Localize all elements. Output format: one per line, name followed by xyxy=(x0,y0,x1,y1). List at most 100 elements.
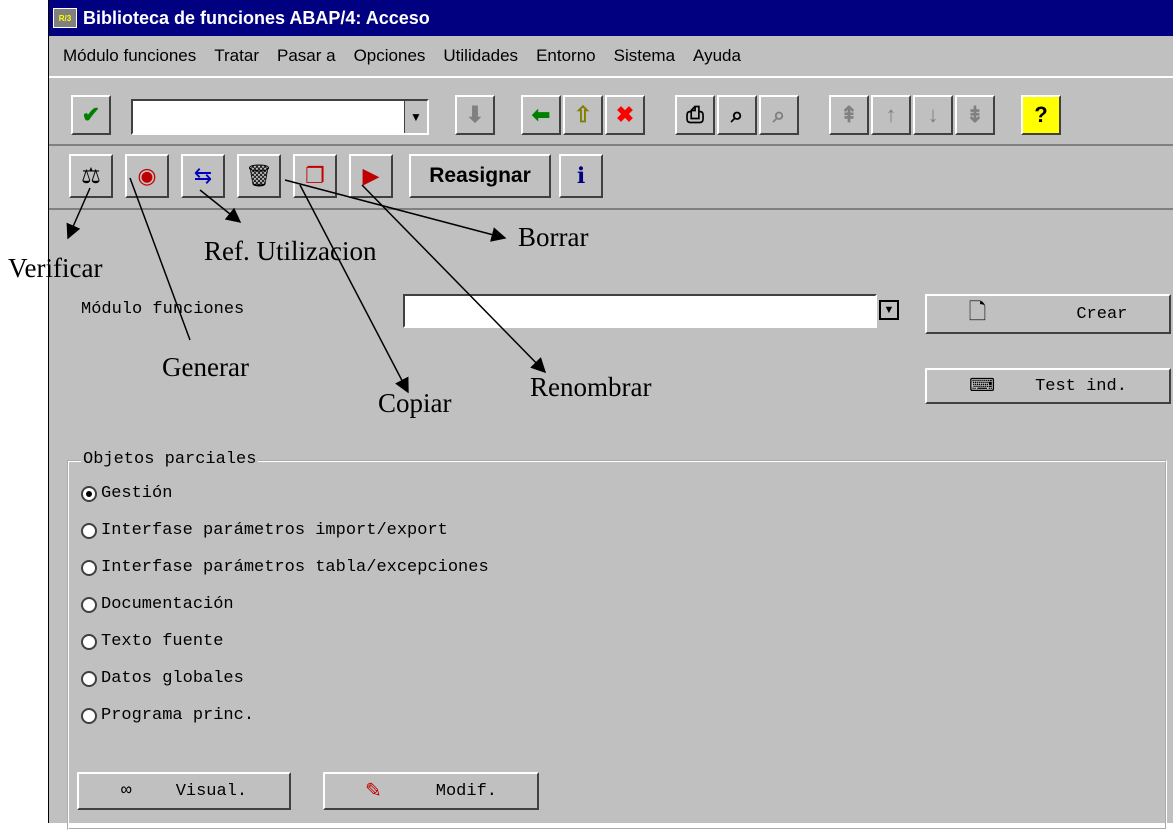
pencil-icon: ✎ xyxy=(365,781,382,804)
radio-unselected-icon xyxy=(81,707,97,724)
print-button[interactable]: ⎙ xyxy=(675,95,715,135)
annotation-copiar: Copiar xyxy=(378,388,452,418)
window-title: Biblioteca de funciones ABAP/4: Acceso xyxy=(83,7,430,28)
save-icon: ⬇ xyxy=(465,102,485,127)
application-toolbar: ⚖ ◉ ⇆ 🗑 ❐ ▶ Reasignar ℹ xyxy=(49,146,1173,210)
test-label: Test ind. xyxy=(1035,376,1127,396)
group-title: Objetos parciales xyxy=(81,450,259,469)
print-icon: ⎙ xyxy=(686,102,704,127)
chevron-down-icon: ▼ xyxy=(410,110,422,124)
help-button[interactable]: ? xyxy=(1021,95,1061,135)
info-button[interactable]: ℹ xyxy=(559,154,603,198)
annotation-verificar: Verificar xyxy=(8,253,103,283)
find-next-icon: ⌕ xyxy=(772,102,786,127)
annotation-renombrar: Renombrar xyxy=(530,372,652,402)
radio-unselected-icon xyxy=(81,522,97,539)
copiar-button[interactable]: ❐ xyxy=(293,154,337,198)
next-page-icon: ↓ xyxy=(927,102,939,127)
annotation-ref-utilizacion: Ref. Utilizacion xyxy=(204,236,377,266)
radio-texto-fuente[interactable]: Texto fuente xyxy=(81,632,223,651)
enter-button[interactable]: ✔ xyxy=(71,95,111,135)
first-page-icon: ⇞ xyxy=(839,102,859,127)
visual-button[interactable]: ∞ Visual. xyxy=(77,772,291,810)
menu-sistema[interactable]: Sistema xyxy=(614,46,675,66)
rename-icon: ▶ xyxy=(362,163,380,188)
menu-utilidades[interactable]: Utilidades xyxy=(443,46,518,66)
command-dropdown[interactable]: ▼ xyxy=(404,101,427,133)
radio-datos-globales[interactable]: Datos globales xyxy=(81,669,244,688)
sap-window: R/3 Biblioteca de funciones ABAP/4: Acce… xyxy=(48,0,1173,830)
test-icon: ⌨ xyxy=(969,377,996,397)
exit-button[interactable]: ⇧ xyxy=(563,95,603,135)
radio-label: Interfase parámetros import/export xyxy=(101,521,448,540)
menu-tratar[interactable]: Tratar xyxy=(214,46,259,66)
radio-label: Gestión xyxy=(101,484,173,503)
radio-label: Datos globales xyxy=(101,669,244,688)
radio-unselected-icon xyxy=(81,559,97,576)
copy-icon: ❐ xyxy=(305,163,325,188)
annotation-generar: Generar xyxy=(162,352,249,382)
renombrar-button[interactable]: ▶ xyxy=(349,154,393,198)
app-icon: R/3 xyxy=(53,8,77,28)
cancel-button[interactable]: ✖ xyxy=(605,95,645,135)
modif-label: Modif. xyxy=(435,781,497,801)
up-arrow-icon: ⇧ xyxy=(573,102,593,127)
title-bar: R/3 Biblioteca de funciones ABAP/4: Acce… xyxy=(49,0,1173,36)
prev-page-button[interactable]: ↑ xyxy=(871,95,911,135)
menu-opciones[interactable]: Opciones xyxy=(354,46,426,66)
new-doc-icon: 🗋 xyxy=(968,301,987,326)
modulo-funciones-input[interactable] xyxy=(403,294,877,328)
radio-programa-princ[interactable]: Programa princ. xyxy=(81,706,254,725)
check-icon: ✔ xyxy=(81,102,101,127)
modif-button[interactable]: ✎ Modif. xyxy=(323,772,539,810)
save-button[interactable]: ⬇ xyxy=(455,95,495,135)
radio-unselected-icon xyxy=(81,670,97,687)
radio-selected-icon xyxy=(81,485,97,502)
radio-label: Interfase parámetros tabla/excepciones xyxy=(101,558,489,577)
verificar-button[interactable]: ⚖ xyxy=(69,154,113,198)
find-icon: ⌕ xyxy=(730,102,744,127)
find-next-button[interactable]: ⌕ xyxy=(759,95,799,135)
back-button[interactable]: ⬅ xyxy=(521,95,561,135)
radio-label: Documentación xyxy=(101,595,234,614)
last-page-button[interactable]: ⇟ xyxy=(955,95,995,135)
menu-bar: Módulo funciones Tratar Pasar a Opciones… xyxy=(49,36,1173,76)
borrar-button[interactable]: 🗑 xyxy=(237,154,281,198)
crear-button[interactable]: 🗋 Crear xyxy=(925,294,1171,334)
menu-modulo-funciones[interactable]: Módulo funciones xyxy=(63,46,196,66)
radio-interfase-tabla-excepciones[interactable]: Interfase parámetros tabla/excepciones xyxy=(81,558,489,577)
verify-icon: ⚖ xyxy=(81,163,101,188)
radio-unselected-icon xyxy=(81,596,97,613)
info-icon: ℹ xyxy=(576,163,586,188)
radio-documentacion[interactable]: Documentación xyxy=(81,595,234,614)
menu-entorno[interactable]: Entorno xyxy=(536,46,596,66)
radio-unselected-icon xyxy=(81,633,97,650)
find-button[interactable]: ⌕ xyxy=(717,95,757,135)
help-icon: ? xyxy=(1034,102,1048,127)
back-arrow-icon: ⬅ xyxy=(531,102,551,127)
standard-toolbar: ✔ ▼ ⬇ ⬅ ⇧ ✖ ⎙ ⌕ ⌕ ⇞ ↑ ↓ ⇟ ? xyxy=(49,76,1173,146)
ref-utilizacion-button[interactable]: ⇆ xyxy=(181,154,225,198)
test-button[interactable]: ⌨ Test ind. xyxy=(925,368,1171,404)
radio-gestion[interactable]: Gestión xyxy=(81,484,172,503)
cancel-icon: ✖ xyxy=(615,102,635,127)
glasses-icon: ∞ xyxy=(120,781,132,801)
menu-ayuda[interactable]: Ayuda xyxy=(693,46,741,66)
modulo-funciones-label: Módulo funciones xyxy=(81,300,245,319)
generate-icon: ◉ xyxy=(137,163,157,188)
where-used-icon: ⇆ xyxy=(193,163,213,188)
visual-label: Visual. xyxy=(175,781,248,801)
menu-pasar-a[interactable]: Pasar a xyxy=(277,46,336,66)
crear-label: Crear xyxy=(1076,304,1128,324)
delete-icon: 🗑 xyxy=(245,163,273,188)
modulo-dropdown-button[interactable]: ▼ xyxy=(879,300,899,320)
next-page-button[interactable]: ↓ xyxy=(913,95,953,135)
generar-button[interactable]: ◉ xyxy=(125,154,169,198)
annotation-borrar: Borrar xyxy=(518,222,589,252)
first-page-button[interactable]: ⇞ xyxy=(829,95,869,135)
radio-label: Programa princ. xyxy=(101,706,255,725)
command-field[interactable]: ▼ xyxy=(131,99,429,135)
reasignar-button[interactable]: Reasignar xyxy=(409,154,551,198)
radio-interfase-import-export[interactable]: Interfase parámetros import/export xyxy=(81,521,448,540)
prev-page-icon: ↑ xyxy=(885,102,897,127)
